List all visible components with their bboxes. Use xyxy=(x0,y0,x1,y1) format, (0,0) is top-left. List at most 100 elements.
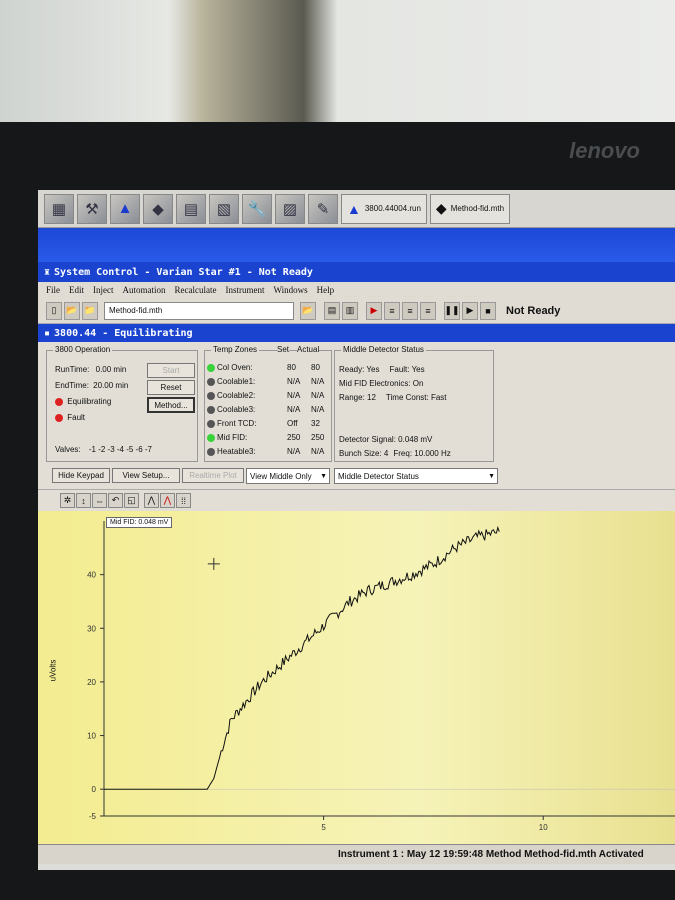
zone-status-led xyxy=(207,377,215,386)
play-icon[interactable]: ▶ xyxy=(462,301,478,320)
tools-icon[interactable]: ⚒ xyxy=(77,193,107,224)
y-tick-label: 40 xyxy=(87,571,96,580)
sequence-icon[interactable]: ▤ xyxy=(176,193,206,224)
detector-signal: Detector Signal: 0.048 mV xyxy=(339,435,433,444)
single-run-icon[interactable]: ≡ xyxy=(402,301,418,320)
view-setup-button[interactable]: View Setup... xyxy=(112,468,180,483)
reset-button[interactable]: Reset xyxy=(147,380,195,395)
temp-zone-row: Coolable2: N/A N/A xyxy=(207,391,329,400)
zone-status-led xyxy=(207,391,215,400)
status-select[interactable]: Middle Detector Status ▼ xyxy=(334,468,498,484)
menu-recalculate[interactable]: Recalculate xyxy=(175,285,217,295)
menu-instrument[interactable]: Instrument xyxy=(226,285,265,295)
chart-toolbar: ✲ ↕ ⇔ ↶ ◱ ⋀ ⋀ ⁞⁞ xyxy=(38,489,675,511)
menu-bar: File Edit Inject Automation Recalculate … xyxy=(38,282,675,298)
launcher-toolbar: ▦ ⚒ ▲ ◆ ▤ ▧ 🔧 ▨ ✎ ▲ 3800.44004.run ◆ Metho… xyxy=(38,190,675,228)
background-wall xyxy=(0,0,675,128)
chromatogram-chart[interactable]: -5 0 10 20 30 40 5 10 Mid FID: 0.048 mV uVolts xyxy=(38,511,675,844)
detector-status-group: Middle Detector Status Ready: Yes Fault: … xyxy=(334,345,494,462)
chevron-down-icon: ▼ xyxy=(488,472,495,480)
pause-icon[interactable]: ❚❚ xyxy=(444,301,460,320)
zone-status-led xyxy=(207,419,215,428)
chart-svg: -5 0 10 20 30 40 5 10 xyxy=(87,521,675,832)
menu-file[interactable]: File xyxy=(46,285,60,295)
y-tick-label: 0 xyxy=(92,785,97,794)
grid-icon[interactable]: ⁞⁞ xyxy=(176,493,191,508)
system-icon[interactable]: ▦ xyxy=(44,193,74,224)
view-select[interactable]: View Middle Only ▼ xyxy=(246,468,330,484)
method-file-field[interactable]: Method-fid.mth xyxy=(104,301,294,320)
temp-zones-group: Temp Zones Set Actual Col Oven: 80 80 Coola… xyxy=(204,345,332,462)
temp-zone-row: Front TCD: Off 32 xyxy=(207,419,329,428)
new-icon[interactable]: ▯ xyxy=(46,301,62,320)
peak-marker-icon[interactable]: ⋀ xyxy=(160,493,175,508)
desktop-band xyxy=(38,228,675,262)
window-titlebar: ♜ System Control - Varian Star #1 - Not R… xyxy=(38,262,675,282)
operation-group: 3800 Operation RunTime: 0.00 min EndTime… xyxy=(46,345,198,462)
zone-status-led xyxy=(207,363,215,372)
run-file-button[interactable]: ▲ 3800.44004.run xyxy=(341,193,427,224)
y-tick-label: 10 xyxy=(87,732,96,741)
inject-icon[interactable]: ▶ xyxy=(366,301,382,320)
peak-icon[interactable]: ⋀ xyxy=(144,493,159,508)
temp-zone-row: Col Oven: 80 80 xyxy=(207,363,329,372)
menu-edit[interactable]: Edit xyxy=(69,285,84,295)
menu-windows[interactable]: Windows xyxy=(274,285,308,295)
undo-icon[interactable]: ↶ xyxy=(108,493,123,508)
view-method-icon[interactable]: ▥ xyxy=(342,301,358,320)
temp-zone-row: Heatable3: N/A N/A xyxy=(207,447,329,456)
fault-led xyxy=(55,413,63,422)
status-panel: 3800 Operation RunTime: 0.00 min EndTime… xyxy=(38,342,675,489)
crosshair-icon[interactable]: ✲ xyxy=(60,493,75,508)
open-icon[interactable]: 📂 xyxy=(64,301,80,320)
y-axis-label: uVolts xyxy=(48,659,58,682)
screen: ▦ ⚒ ▲ ◆ ▤ ▧ 🔧 ▨ ✎ ▲ 3800.44004.run ◆ Metho… xyxy=(38,190,675,870)
valves-value: -1 -2 -3 -4 -5 -6 -7 xyxy=(88,445,153,454)
crosshair-cursor xyxy=(207,557,220,570)
y-tick-label: 20 xyxy=(87,678,96,687)
start-button[interactable]: Start xyxy=(147,363,195,378)
zoom-x-icon[interactable]: ⇔ xyxy=(92,493,107,508)
method-icon: ◆ xyxy=(435,200,447,216)
zone-status-led xyxy=(207,405,215,414)
app-icon: ♜ xyxy=(44,266,51,278)
y-tick-label: 30 xyxy=(87,624,96,633)
scale-icon[interactable]: ◱ xyxy=(124,493,139,508)
window-icon: ▪ xyxy=(44,327,51,339)
open-folder-icon[interactable]: 📁 xyxy=(82,301,98,320)
temp-zone-row: Mid FID: 250 250 xyxy=(207,433,329,442)
edit-method-icon[interactable]: ▤ xyxy=(324,301,340,320)
zoom-y-icon[interactable]: ↕ xyxy=(76,493,91,508)
window-title: System Control - Varian Star #1 - Not Re… xyxy=(54,266,313,278)
chromatogram-icon: ▲ xyxy=(347,200,361,217)
calibration-icon[interactable]: ▨ xyxy=(275,193,305,224)
realtime-plot-button[interactable]: Realtime Plot xyxy=(182,468,244,483)
chevron-down-icon: ▼ xyxy=(320,472,327,480)
menu-automation[interactable]: Automation xyxy=(123,285,166,295)
edit-icon[interactable]: ✎ xyxy=(308,193,338,224)
equilibrating-led xyxy=(55,397,63,406)
method-icon[interactable]: ◆ xyxy=(143,193,173,224)
instrument-status: Not Ready xyxy=(506,304,561,317)
sample-icon[interactable]: ≡ xyxy=(384,301,400,320)
method-button[interactable]: Method... xyxy=(147,397,195,413)
signal-tooltip: Mid FID: 0.048 mV xyxy=(106,517,173,528)
zone-status-led xyxy=(207,433,215,442)
temp-zone-row: Coolable1: N/A N/A xyxy=(207,377,329,386)
stop-icon[interactable]: ■ xyxy=(480,301,496,320)
menu-inject[interactable]: Inject xyxy=(93,285,114,295)
instrument-window-titlebar: ▪ 3800.44 - Equilibrating xyxy=(38,324,675,342)
signal-trace xyxy=(104,525,500,790)
method-file-button[interactable]: ◆ Method-fid.mth xyxy=(429,193,511,224)
endtime-value: 20.00 min xyxy=(93,381,129,390)
wrench-icon[interactable]: 🔧 xyxy=(242,193,272,224)
x-tick-label: 10 xyxy=(539,823,548,832)
browse-icon[interactable]: 📂 xyxy=(300,301,316,320)
chromatogram-icon[interactable]: ▲ xyxy=(110,193,140,224)
runtime-value: 0.00 min xyxy=(95,365,127,374)
sequence-run-icon[interactable]: ≡ xyxy=(420,301,436,320)
temp-zone-row: Coolable3: N/A N/A xyxy=(207,405,329,414)
hide-keypad-button[interactable]: Hide Keypad xyxy=(52,468,110,483)
menu-help[interactable]: Help xyxy=(317,285,335,295)
report-icon[interactable]: ▧ xyxy=(209,193,239,224)
